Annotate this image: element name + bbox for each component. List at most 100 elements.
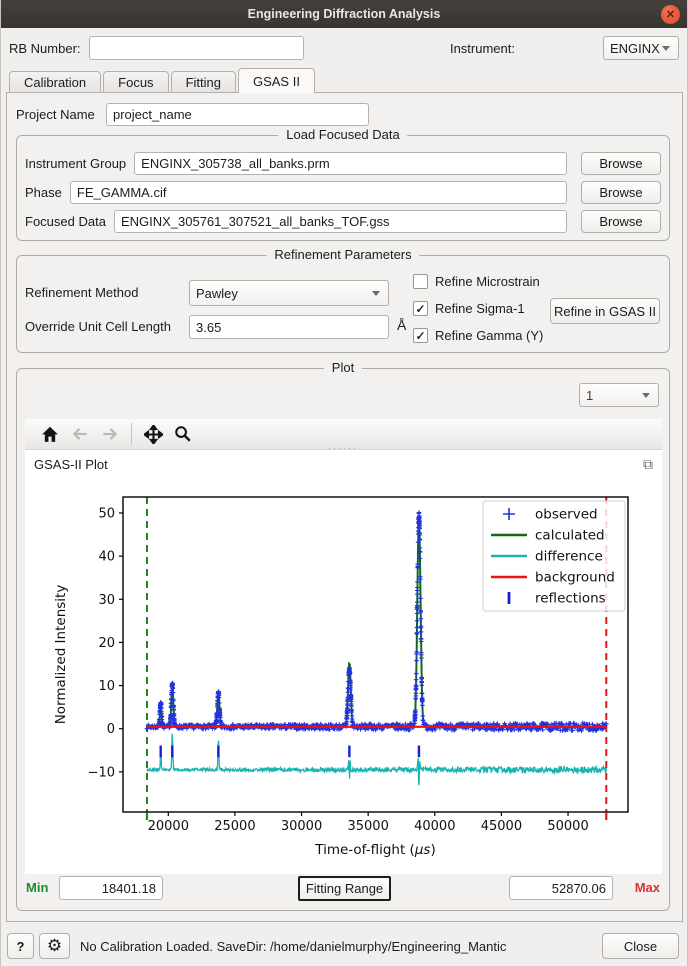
refine-gamma-checkbox[interactable]: ✓: [413, 328, 428, 343]
refine-microstrain-checkbox[interactable]: [413, 274, 428, 289]
angstrom-unit-label: Å: [397, 317, 406, 333]
forward-icon[interactable]: [95, 421, 125, 447]
focused-data-input[interactable]: [114, 210, 567, 233]
tab-calibration[interactable]: Calibration: [9, 71, 101, 93]
svg-text:observed: observed: [535, 507, 598, 523]
back-icon[interactable]: [65, 421, 95, 447]
svg-text:Normalized Intensity: Normalized Intensity: [53, 585, 69, 725]
browse-focused-data-button[interactable]: Browse: [581, 210, 661, 233]
toolbar-separator: [131, 423, 132, 445]
close-button[interactable]: Close: [602, 933, 679, 959]
chevron-down-icon: [662, 46, 670, 51]
refine-in-gsas-button[interactable]: Refine in GSAS II: [550, 298, 660, 324]
project-name-input[interactable]: [106, 103, 369, 126]
pan-icon[interactable]: [138, 421, 168, 447]
browse-phase-button[interactable]: Browse: [581, 181, 661, 204]
override-unit-cell-input[interactable]: [189, 315, 389, 339]
svg-text:50000: 50000: [547, 819, 588, 834]
svg-text:45000: 45000: [481, 819, 522, 834]
refine-gamma-row[interactable]: ✓ Refine Gamma (Y): [413, 328, 543, 343]
top-row: RB Number: Instrument: ENGINX: [1, 36, 687, 62]
instrument-select[interactable]: ENGINX: [603, 36, 679, 60]
bank-selector[interactable]: 1: [579, 383, 659, 407]
instrument-group-label: Instrument Group: [25, 156, 126, 171]
chevron-down-icon: [372, 291, 380, 296]
svg-text:background: background: [535, 570, 615, 586]
rb-number-input[interactable]: [89, 36, 304, 60]
override-unit-cell-label: Override Unit Cell Length: [25, 319, 171, 334]
fit-min-label: Min: [26, 880, 48, 895]
instrument-label: Instrument:: [450, 41, 515, 56]
tab-focus[interactable]: Focus: [103, 71, 168, 93]
gsas-tab-pane: Project Name Load Focused Data Instrumen…: [6, 92, 683, 922]
refinement-parameters-group: Refinement Parameters Refinement Method …: [16, 255, 670, 353]
bank-selector-value: 1: [586, 388, 593, 403]
gsas-plot-widget: GSAS-II Plot ⧉ 20000 25000 30000 35000 40000…: [25, 450, 662, 874]
refinement-method-value: Pawley: [196, 286, 238, 301]
tab-gsas-ii[interactable]: GSAS II: [238, 68, 315, 93]
tab-bar: Calibration Focus Fitting GSAS II: [9, 68, 317, 93]
load-focused-data-group: Load Focused Data Instrument Group Brows…: [16, 135, 670, 241]
phase-label: Phase: [25, 185, 62, 200]
refinement-parameters-title: Refinement Parameters: [266, 247, 419, 262]
plot-group: Plot 1 ······ GSAS-II Plot: [16, 368, 670, 911]
instrument-value: ENGINX: [610, 41, 660, 56]
svg-text:20000: 20000: [148, 819, 189, 834]
titlebar: Engineering Diffraction Analysis ✕: [1, 0, 687, 28]
phase-row: Phase Browse: [25, 181, 661, 204]
window-close-icon[interactable]: ✕: [661, 5, 680, 24]
instrument-group-row: Instrument Group Browse: [25, 152, 661, 175]
refine-microstrain-row[interactable]: Refine Microstrain: [413, 274, 540, 289]
load-focused-data-title: Load Focused Data: [278, 127, 407, 142]
svg-text:Time-of-flight (μs): Time-of-flight (μs): [314, 842, 435, 858]
instrument-group-input[interactable]: [134, 152, 567, 175]
svg-text:30000: 30000: [281, 819, 322, 834]
tab-fitting[interactable]: Fitting: [171, 71, 236, 93]
svg-text:0: 0: [107, 722, 115, 737]
fit-max-label: Max: [635, 880, 660, 895]
refine-sigma-checkbox[interactable]: ✓: [413, 301, 428, 316]
browse-instrument-group-button[interactable]: Browse: [581, 152, 661, 175]
fitting-range-row: Min Fitting Range Max: [17, 876, 669, 901]
gsas-plot-title: GSAS-II Plot: [34, 457, 108, 472]
project-name-label: Project Name: [16, 107, 95, 122]
focused-data-label: Focused Data: [25, 214, 106, 229]
settings-button[interactable]: ⚙: [39, 933, 70, 959]
gear-icon: ⚙: [47, 936, 62, 956]
fit-max-input[interactable]: [509, 876, 613, 900]
svg-text:40: 40: [98, 550, 115, 565]
window-title: Engineering Diffraction Analysis: [248, 7, 441, 21]
refinement-method-label: Refinement Method: [25, 285, 138, 300]
rb-number-label: RB Number:: [9, 41, 81, 56]
refine-microstrain-label: Refine Microstrain: [435, 274, 540, 289]
help-button[interactable]: ?: [7, 933, 34, 959]
refine-sigma-label: Refine Sigma-1: [435, 301, 525, 316]
svg-text:25000: 25000: [214, 819, 255, 834]
refine-sigma-row[interactable]: ✓ Refine Sigma-1: [413, 301, 525, 316]
refinement-method-select[interactable]: Pawley: [189, 280, 389, 306]
zoom-icon[interactable]: [168, 421, 198, 447]
svg-text:calculated: calculated: [535, 528, 605, 544]
svg-text:10: 10: [98, 679, 115, 694]
svg-text:difference: difference: [535, 549, 603, 565]
svg-text:50: 50: [98, 506, 115, 521]
home-icon[interactable]: [35, 421, 65, 447]
plot-group-title: Plot: [324, 360, 362, 375]
svg-text:30: 30: [98, 593, 115, 608]
svg-text:20: 20: [98, 636, 115, 651]
svg-text:−10: −10: [88, 765, 115, 780]
svg-text:35000: 35000: [347, 819, 388, 834]
svg-text:40000: 40000: [414, 819, 455, 834]
svg-text:reflections: reflections: [535, 591, 606, 607]
engineering-diffraction-window: { "window": { "title": "Engineering Diff…: [0, 0, 688, 966]
status-message: No Calibration Loaded. SaveDir: /home/da…: [80, 939, 506, 954]
diffraction-plot-canvas[interactable]: 20000 25000 30000 35000 40000 45000 50000 −10 0 1…: [25, 476, 662, 868]
focused-data-row: Focused Data Browse: [25, 210, 661, 233]
status-bar: ? ⚙ No Calibration Loaded. SaveDir: /hom…: [1, 928, 687, 966]
phase-input[interactable]: [70, 181, 567, 204]
refine-gamma-label: Refine Gamma (Y): [435, 328, 543, 343]
fitting-range-button[interactable]: Fitting Range: [298, 876, 391, 901]
fit-min-input[interactable]: [59, 876, 163, 900]
chevron-down-icon: [642, 393, 650, 398]
undock-icon[interactable]: ⧉: [643, 456, 653, 473]
